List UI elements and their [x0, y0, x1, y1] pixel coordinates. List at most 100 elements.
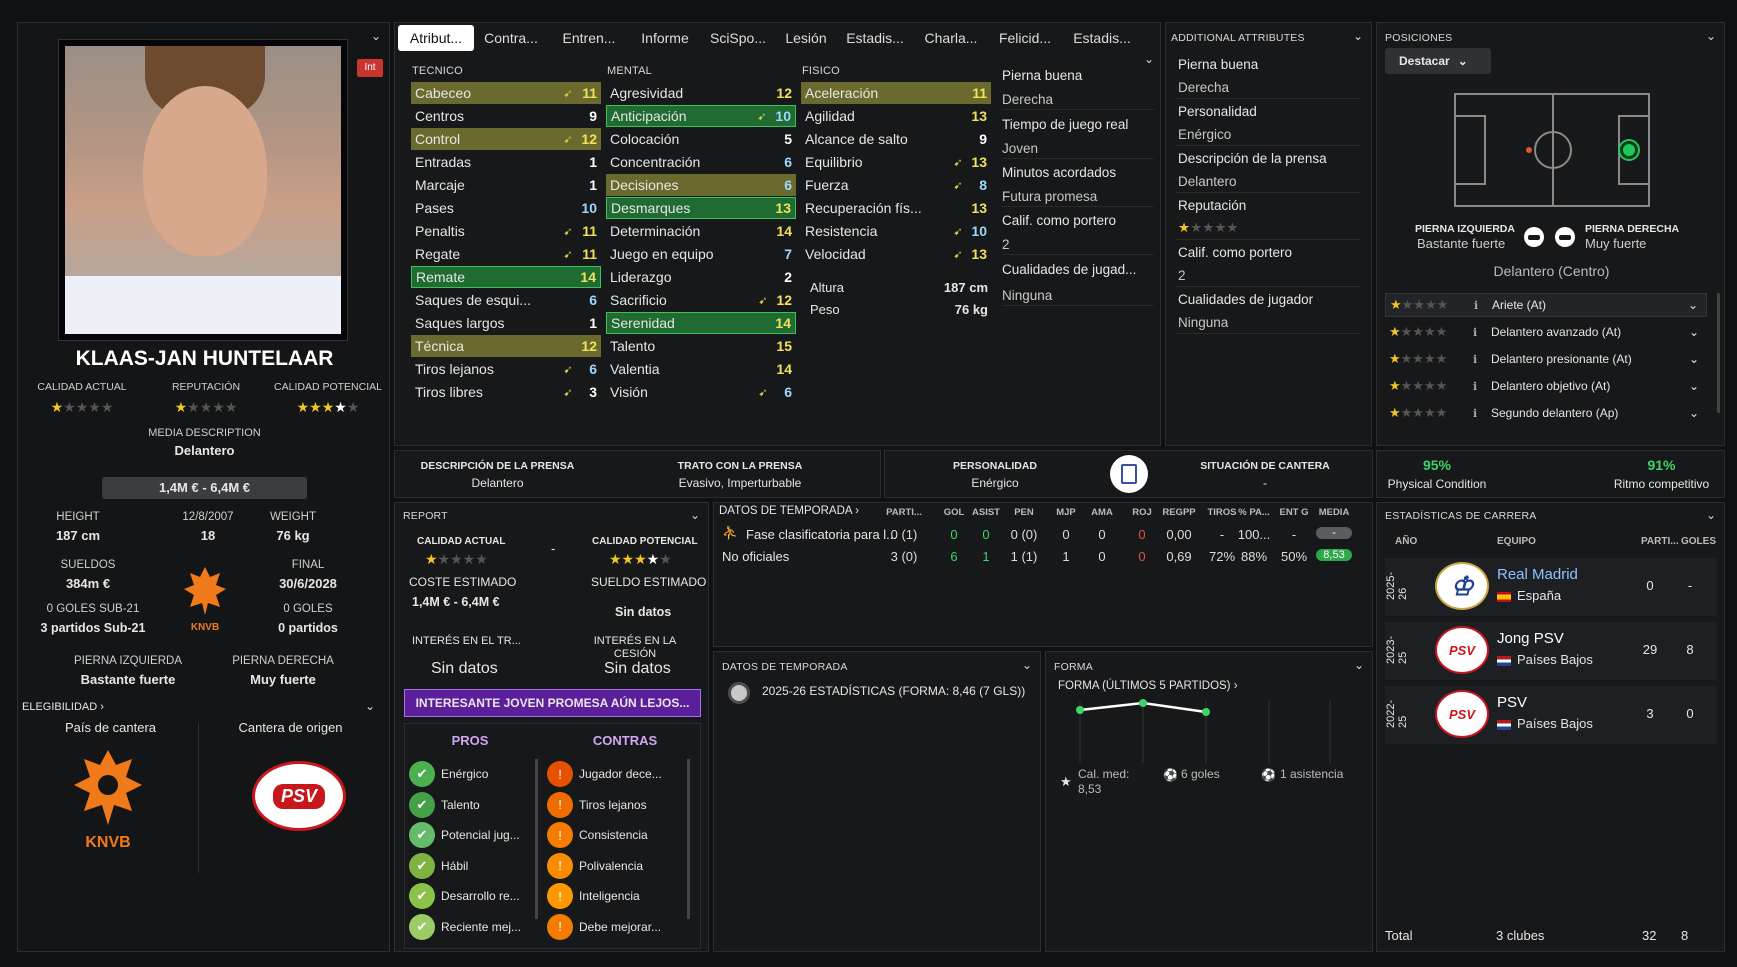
positions-chevron-icon[interactable]: ⌄ — [1706, 29, 1716, 43]
info-icon[interactable]: ℹ — [1473, 353, 1491, 366]
career-club[interactable]: Jong PSV — [1497, 630, 1564, 647]
mental-attr-row[interactable]: Juego en equipo 7 — [606, 243, 796, 265]
role-row[interactable]: ★★★★★ ℹ Delantero objetivo (At) ⌄ — [1385, 374, 1707, 398]
chevron-down-icon[interactable]: ⌄ — [1688, 298, 1706, 312]
mental-attr-row[interactable]: Decisiones 6 — [606, 174, 796, 196]
tecnico-attr-row[interactable]: Penaltis ➹ 11 — [411, 220, 601, 242]
contras-scrollbar[interactable] — [687, 759, 690, 919]
role-row[interactable]: ★★★★★ ℹ Ariete (At) ⌄ — [1385, 293, 1707, 317]
role-row[interactable]: ★★★★★ ℹ Delantero presionante (At) ⌄ — [1385, 347, 1707, 371]
mental-attr-row[interactable]: Serenidad 14 — [606, 312, 796, 334]
tab-9[interactable]: Felicid... — [990, 25, 1060, 51]
fisico-attr-row[interactable]: Resistencia ➹ 10 — [801, 220, 991, 242]
career-row[interactable]: 2025-26 ♔ Real Madrid España 0 - — [1385, 558, 1717, 616]
document-icon[interactable] — [1110, 455, 1148, 493]
tab-1[interactable]: Atribut... — [398, 25, 474, 51]
tecnico-attr-row[interactable]: Entradas 1 — [411, 151, 601, 173]
tecnico-attr-row[interactable]: Remate 14 — [411, 266, 601, 288]
season-title[interactable]: DATOS DE TEMPORADA › — [719, 505, 859, 517]
tecnico-attr-row[interactable]: Tiros libres ➹ 3 — [411, 381, 601, 403]
mental-attr-row[interactable]: Anticipación ➹ 10 — [606, 105, 796, 127]
contra-item[interactable]: ! Tiros lejanos — [547, 790, 667, 820]
attributes-chevron-icon[interactable]: ⌄ — [1144, 52, 1154, 66]
pro-item[interactable]: ✔ Enérgico — [409, 759, 529, 789]
mental-attr-row[interactable]: Determinación 14 — [606, 220, 796, 242]
tab-6[interactable]: Lesión — [778, 25, 834, 51]
tecnico-attr-row[interactable]: Saques largos 1 — [411, 312, 601, 334]
season-row[interactable]: ⛹ Fase clasificatoria para l... 0 (1) 0 0 0 (… — [718, 525, 1368, 545]
mental-attr-row[interactable]: Agresividad 12 — [606, 82, 796, 104]
tab-10[interactable]: Estadis... — [1066, 25, 1138, 51]
tecnico-attr-row[interactable]: Centros 9 — [411, 105, 601, 127]
season2-chevron-icon[interactable]: ⌄ — [1022, 658, 1032, 672]
fisico-attr-row[interactable]: Velocidad ➹ 13 — [801, 243, 991, 265]
position-dot-main[interactable] — [1620, 141, 1638, 159]
tab-8[interactable]: Charla... — [916, 25, 986, 51]
fisico-attr-row[interactable]: Agilidad 13 — [801, 105, 991, 127]
tecnico-attr-row[interactable]: Regate ➹ 11 — [411, 243, 601, 265]
fisico-attr-row[interactable]: Fuerza ➹ 8 — [801, 174, 991, 196]
chevron-down-icon[interactable]: ⌄ — [371, 29, 381, 43]
role-row[interactable]: ★★★★★ ℹ Delantero avanzado (At) ⌄ — [1385, 320, 1707, 344]
career-club[interactable]: Real Madrid — [1497, 566, 1578, 583]
mental-attr-row[interactable]: Visión ➹ 6 — [606, 381, 796, 403]
contra-item[interactable]: ! Inteligencia — [547, 881, 667, 911]
pro-item[interactable]: ✔ Potencial jug... — [409, 820, 529, 850]
season-col-header[interactable]: PEN — [1002, 507, 1046, 518]
contra-item[interactable]: ! Polivalencia — [547, 851, 667, 881]
season-col-header[interactable]: % PA... — [1232, 507, 1276, 518]
tab-2[interactable]: Contra... — [476, 25, 546, 51]
mental-attr-row[interactable]: Colocación 5 — [606, 128, 796, 150]
mental-attr-row[interactable]: Liderazgo 2 — [606, 266, 796, 288]
chevron-down-icon[interactable]: ⌄ — [1689, 325, 1707, 339]
info-icon[interactable]: ℹ — [1474, 299, 1492, 312]
contra-item[interactable]: ! Consistencia — [547, 820, 667, 850]
tecnico-attr-row[interactable]: Tiros lejanos ➹ 6 — [411, 358, 601, 380]
career-row[interactable]: 2022-25 PSV PSV Países Bajos 3 0 — [1385, 686, 1717, 744]
chevron-down-icon[interactable]: ⌄ — [1689, 406, 1707, 420]
tecnico-attr-row[interactable]: Cabeceo ➹ 11 — [411, 82, 601, 104]
tecnico-attr-row[interactable]: Pases 10 — [411, 197, 601, 219]
tab-7[interactable]: Estadis... — [840, 25, 910, 51]
tecnico-attr-row[interactable]: Saques de esqui... 6 — [411, 289, 601, 311]
career-row[interactable]: 2023-25 PSV Jong PSV Países Bajos 29 8 — [1385, 622, 1717, 680]
mental-attr-row[interactable]: Desmarques 13 — [606, 197, 796, 219]
highlight-dropdown[interactable]: Destacar ⌄ — [1385, 48, 1491, 74]
mental-attr-row[interactable]: Concentración 6 — [606, 151, 796, 173]
career-chevron-icon[interactable]: ⌄ — [1706, 508, 1716, 522]
season-col-header[interactable]: PARTI... — [882, 507, 926, 518]
mental-attr-row[interactable]: Talento 15 — [606, 335, 796, 357]
chevron-down-icon[interactable]: ⌄ — [1689, 352, 1707, 366]
tab-4[interactable]: Informe — [634, 25, 696, 51]
mental-attr-row[interactable]: Valentia 14 — [606, 358, 796, 380]
pros-scrollbar[interactable] — [535, 759, 538, 919]
eligibility-chevron-icon[interactable]: ⌄ — [365, 699, 375, 713]
season-col-header[interactable]: ENT G — [1272, 507, 1316, 518]
forma-chevron-icon[interactable]: ⌄ — [1354, 658, 1364, 672]
report-chevron-icon[interactable]: ⌄ — [690, 508, 700, 522]
pro-item[interactable]: ✔ Desarrollo re... — [409, 881, 529, 911]
tab-3[interactable]: Entren... — [552, 25, 626, 51]
season-row[interactable]: No oficiales 3 (0) 6 1 1 (1) 1 0 0 0,69 72% 88% 50%… — [718, 547, 1368, 567]
season-col-header[interactable]: REGPP — [1157, 507, 1201, 518]
season-col-header[interactable]: AMA — [1080, 507, 1124, 518]
tecnico-attr-row[interactable]: Control ➹ 12 — [411, 128, 601, 150]
int-badge[interactable]: Int — [357, 59, 383, 77]
tab-5[interactable]: SciSpo... — [704, 25, 772, 51]
tecnico-attr-row[interactable]: Técnica 12 — [411, 335, 601, 357]
role-row[interactable]: ★★★★★ ℹ Segundo delantero (Ap) ⌄ — [1385, 401, 1707, 425]
eligibility-link[interactable]: ELEGIBILIDAD › — [22, 701, 104, 713]
roles-scrollbar[interactable] — [1717, 293, 1720, 413]
forma-sub[interactable]: FORMA (ÚLTIMOS 5 PARTIDOS) › — [1058, 680, 1238, 692]
season-col-header[interactable]: MEDIA — [1312, 507, 1356, 518]
fisico-attr-row[interactable]: Aceleración 11 — [801, 82, 991, 104]
pro-item[interactable]: ✔ Reciente mej... — [409, 912, 529, 942]
pro-item[interactable]: ✔ Talento — [409, 790, 529, 820]
career-club[interactable]: PSV — [1497, 694, 1527, 711]
contra-item[interactable]: ! Debe mejorar... — [547, 912, 667, 942]
report-banner[interactable]: INTERESANTE JOVEN PROMESA AÚN LEJOS... — [404, 689, 701, 717]
fisico-attr-row[interactable]: Equilibrio ➹ 13 — [801, 151, 991, 173]
info-icon[interactable]: ℹ — [1473, 326, 1491, 339]
chevron-down-icon[interactable]: ⌄ — [1689, 379, 1707, 393]
info-icon[interactable]: ℹ — [1473, 407, 1491, 420]
